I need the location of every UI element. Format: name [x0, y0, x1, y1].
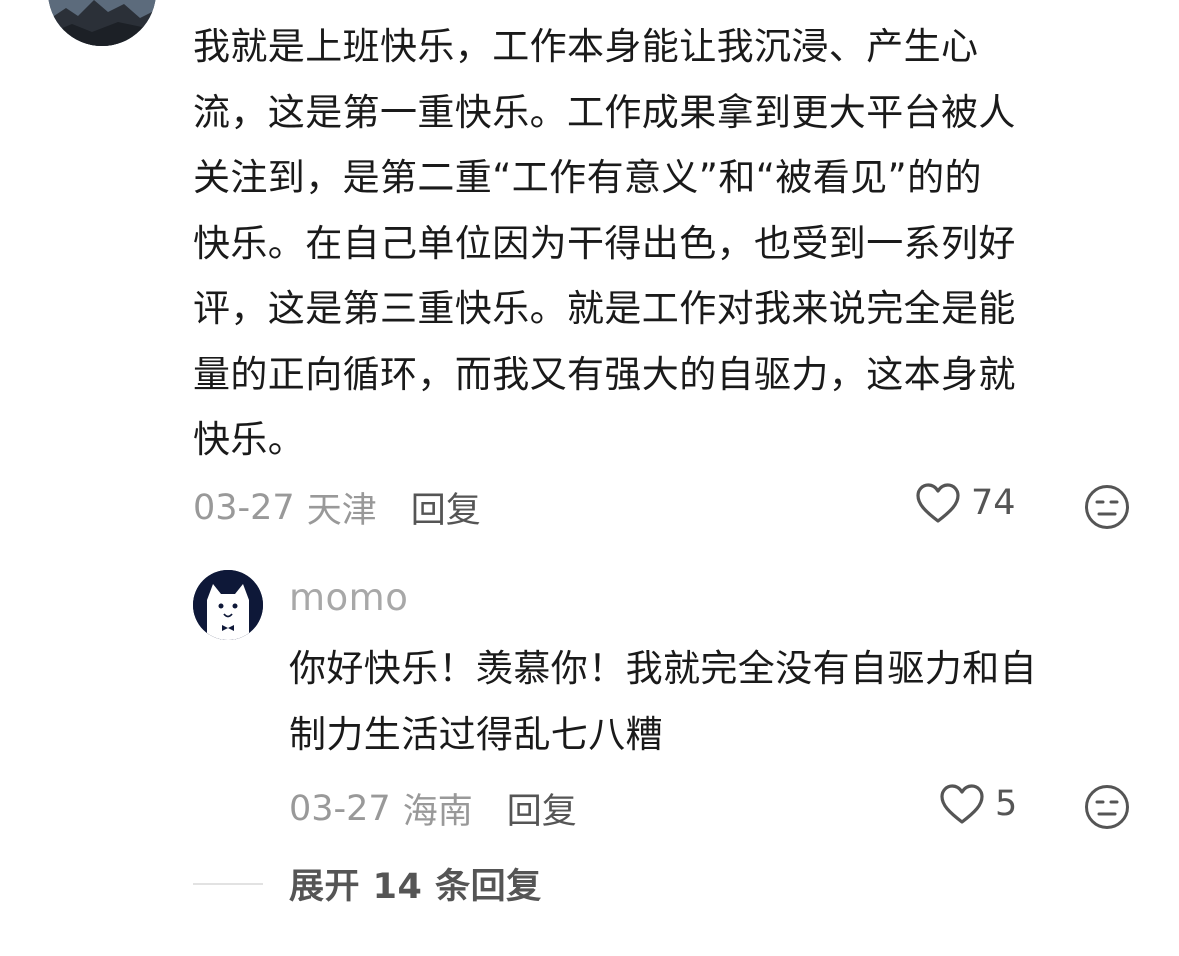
reply-date: 03-27: [289, 788, 391, 829]
reply-meta: 03-27 海南 回复: [289, 783, 577, 834]
like-count: 5: [995, 784, 1018, 824]
comment-location: 天津: [306, 491, 377, 531]
divider: [193, 882, 263, 885]
reply-username[interactable]: momo: [289, 576, 408, 619]
meh-face-icon[interactable]: [1084, 784, 1130, 830]
comment-thread: 我就是上班快乐，工作本身能让我沉浸、产生心 流，这是第一重快乐。工作成果拿到更大…: [0, 0, 1179, 956]
meh-face-icon[interactable]: [1084, 484, 1130, 530]
expand-replies-label: 展开 14 条回复: [289, 867, 542, 907]
reply-button[interactable]: 回复: [411, 482, 481, 533]
heart-outline-icon: [915, 482, 961, 524]
comment-meta: 03-27 天津 回复: [193, 482, 481, 533]
reply-location: 海南: [402, 792, 473, 832]
comment-text: 我就是上班快乐，工作本身能让我沉浸、产生心 流，这是第一重快乐。工作成果拿到更大…: [193, 25, 1016, 461]
reply-text: 你好快乐！羡慕你！我就完全没有自驱力和自 制力生活过得乱七八糟: [289, 647, 1037, 756]
expand-replies-button[interactable]: 展开 14 条回复: [193, 858, 542, 909]
heart-outline-icon: [939, 783, 985, 825]
avatar[interactable]: [48, 0, 156, 46]
like-count: 74: [971, 483, 1016, 523]
reply-button[interactable]: 回复: [507, 783, 577, 834]
avatar[interactable]: [193, 570, 263, 640]
like-button[interactable]: 5: [939, 783, 1017, 825]
like-button[interactable]: 74: [915, 482, 1016, 524]
comment-date: 03-27: [193, 487, 295, 528]
